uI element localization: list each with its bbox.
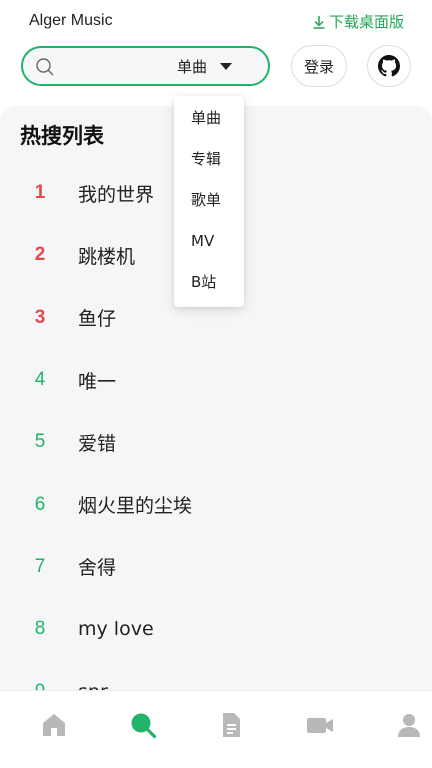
hot-search-item[interactable]: 5 爱错 [0,411,432,473]
github-button[interactable] [367,45,411,87]
hot-rank: 8 [34,618,46,640]
hot-search-item[interactable]: 6 烟火里的尘埃 [0,473,432,535]
search-input[interactable] [63,55,153,77]
hot-song-name: 唯一 [78,370,117,393]
hot-search-item[interactable]: 4 唯一 [0,349,432,411]
user-icon [398,714,420,737]
hot-rank: 9 [33,681,47,690]
top-bar: Alger Music 下载桌面版 [0,0,432,44]
hot-search-title: 热搜列表 [20,124,104,148]
home-icon [43,714,65,736]
app-title: Alger Music [29,12,113,29]
hot-song-name: 跳楼机 [78,245,136,268]
video-icon [307,718,333,733]
download-label: 下载桌面版 [328,13,404,31]
dropdown-option-album[interactable]: 专辑 [174,139,244,180]
hot-rank: 3 [34,306,46,328]
github-icon [378,55,400,77]
search-icon [36,58,54,76]
hot-song-name: 爱错 [78,432,117,455]
hot-song-name: 舍得 [78,557,117,580]
hot-search-item[interactable]: 9 spr [0,660,432,690]
hot-rank: 6 [34,493,46,515]
dropdown-option-playlist[interactable]: 歌单 [174,180,244,221]
nav-search[interactable] [128,710,158,740]
hot-song-name: my love [78,618,154,641]
hot-rank: 2 [34,244,46,266]
dropdown-option-mv[interactable]: MV [174,221,244,262]
hot-search-item[interactable]: 7 舍得 [0,536,432,598]
search-icon [131,713,157,739]
hot-rank: 5 [34,431,46,453]
hot-song-name: 我的世界 [78,183,155,206]
nav-playlist[interactable] [216,710,246,740]
download-icon [313,15,325,29]
caret-down-icon [220,63,233,70]
playlist-icon [223,713,240,737]
nav-home[interactable] [39,710,69,740]
hot-rank: 4 [34,369,46,391]
search-type-select[interactable]: 单曲 [177,54,233,78]
nav-user[interactable] [394,710,424,740]
hot-song-name: 鱼仔 [78,308,117,331]
nav-video[interactable] [305,710,335,740]
bottom-nav [0,690,432,768]
hot-search-item[interactable]: 8 my love [0,598,432,660]
hot-song-name: spr [78,681,108,690]
dropdown-option-bilibili[interactable]: B站 [174,262,244,303]
search-type-dropdown: 单曲 专辑 歌单 MV B站 [174,96,244,307]
hot-song-name: 烟火里的尘埃 [78,495,193,518]
login-button[interactable]: 登录 [291,45,347,87]
search-type-value: 单曲 [177,57,208,76]
hot-rank: 1 [34,182,46,204]
hot-rank: 7 [34,555,46,577]
download-desktop-link[interactable]: 下载桌面版 [312,11,404,32]
dropdown-option-single[interactable]: 单曲 [174,98,244,139]
search-box[interactable]: 单曲 [21,46,270,86]
